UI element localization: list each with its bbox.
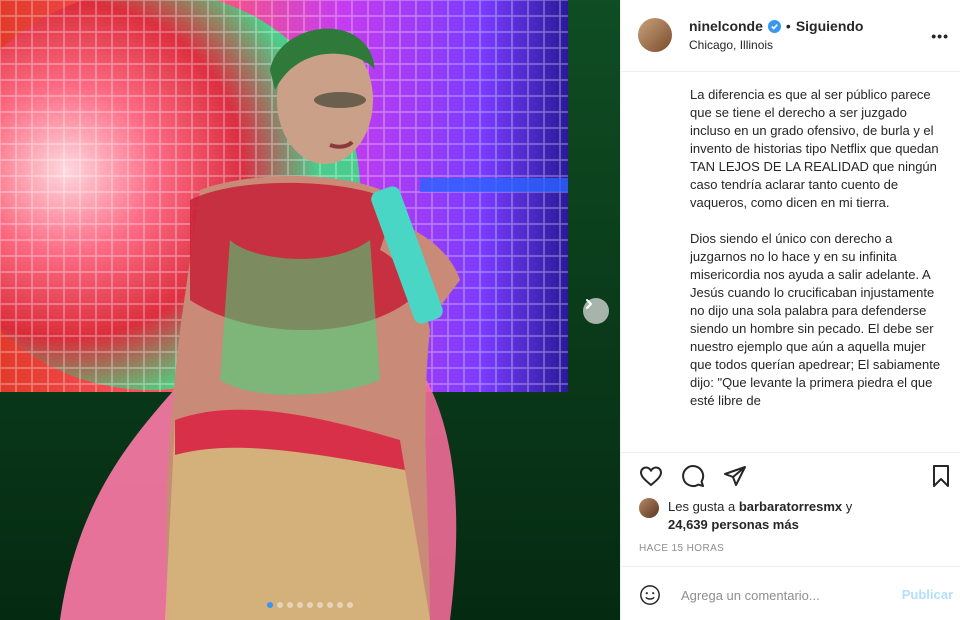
separator-dot: • [785,18,791,34]
carousel-dot [267,602,273,608]
likes-count[interactable]: 24,639 personas más [668,517,799,532]
emoji-icon[interactable] [639,584,661,606]
heart-icon [639,466,663,487]
comment-icon [682,465,705,488]
stage-photo [0,0,620,620]
comment-input[interactable] [679,583,893,607]
save-button[interactable] [927,462,955,490]
action-bar [621,452,960,498]
carousel-dot [277,602,283,608]
post-caption: La diferencia es que al ser público pare… [690,87,941,408]
send-icon [724,466,746,486]
post-header: ninelconde • Siguiendo Chicago, Illinois… [621,0,960,72]
carousel-dot [307,602,313,608]
comment-bar: Publicar [621,566,960,620]
verified-badge-icon [767,19,781,33]
comment-button[interactable] [679,462,707,490]
post-side-panel: ninelconde • Siguiendo Chicago, Illinois… [620,0,960,620]
carousel-dot [297,602,303,608]
share-button[interactable] [721,462,749,490]
carousel-dot [317,602,323,608]
liker-username[interactable]: barbaratorresmx [739,499,842,514]
post-timestamp[interactable]: HACE 15 HORAS [639,543,724,554]
carousel-dot [327,602,333,608]
more-options-button[interactable]: ••• [931,28,949,44]
carousel-dot [287,602,293,608]
more-horizontal-icon: ••• [931,28,949,44]
carousel-dot [347,602,353,608]
carousel-next-button[interactable] [583,298,609,324]
location-link[interactable]: Chicago, Illinois [689,38,773,52]
username[interactable]: ninelconde [689,18,763,34]
avatar[interactable] [638,18,672,52]
following-button[interactable]: Siguiendo [796,18,864,34]
likes-suffix: y [842,499,853,514]
post-image[interactable] [0,0,620,620]
liker-avatar[interactable] [639,498,659,518]
likes-prefix: Les gusta a [668,499,739,514]
chevron-right-icon [586,299,593,309]
bookmark-icon [933,465,949,487]
carousel-dot [337,602,343,608]
carousel-indicator [0,602,620,608]
publish-button[interactable]: Publicar [902,587,953,602]
like-button[interactable] [637,462,665,490]
likes-text: Les gusta a barbaratorresmx y [668,499,852,514]
